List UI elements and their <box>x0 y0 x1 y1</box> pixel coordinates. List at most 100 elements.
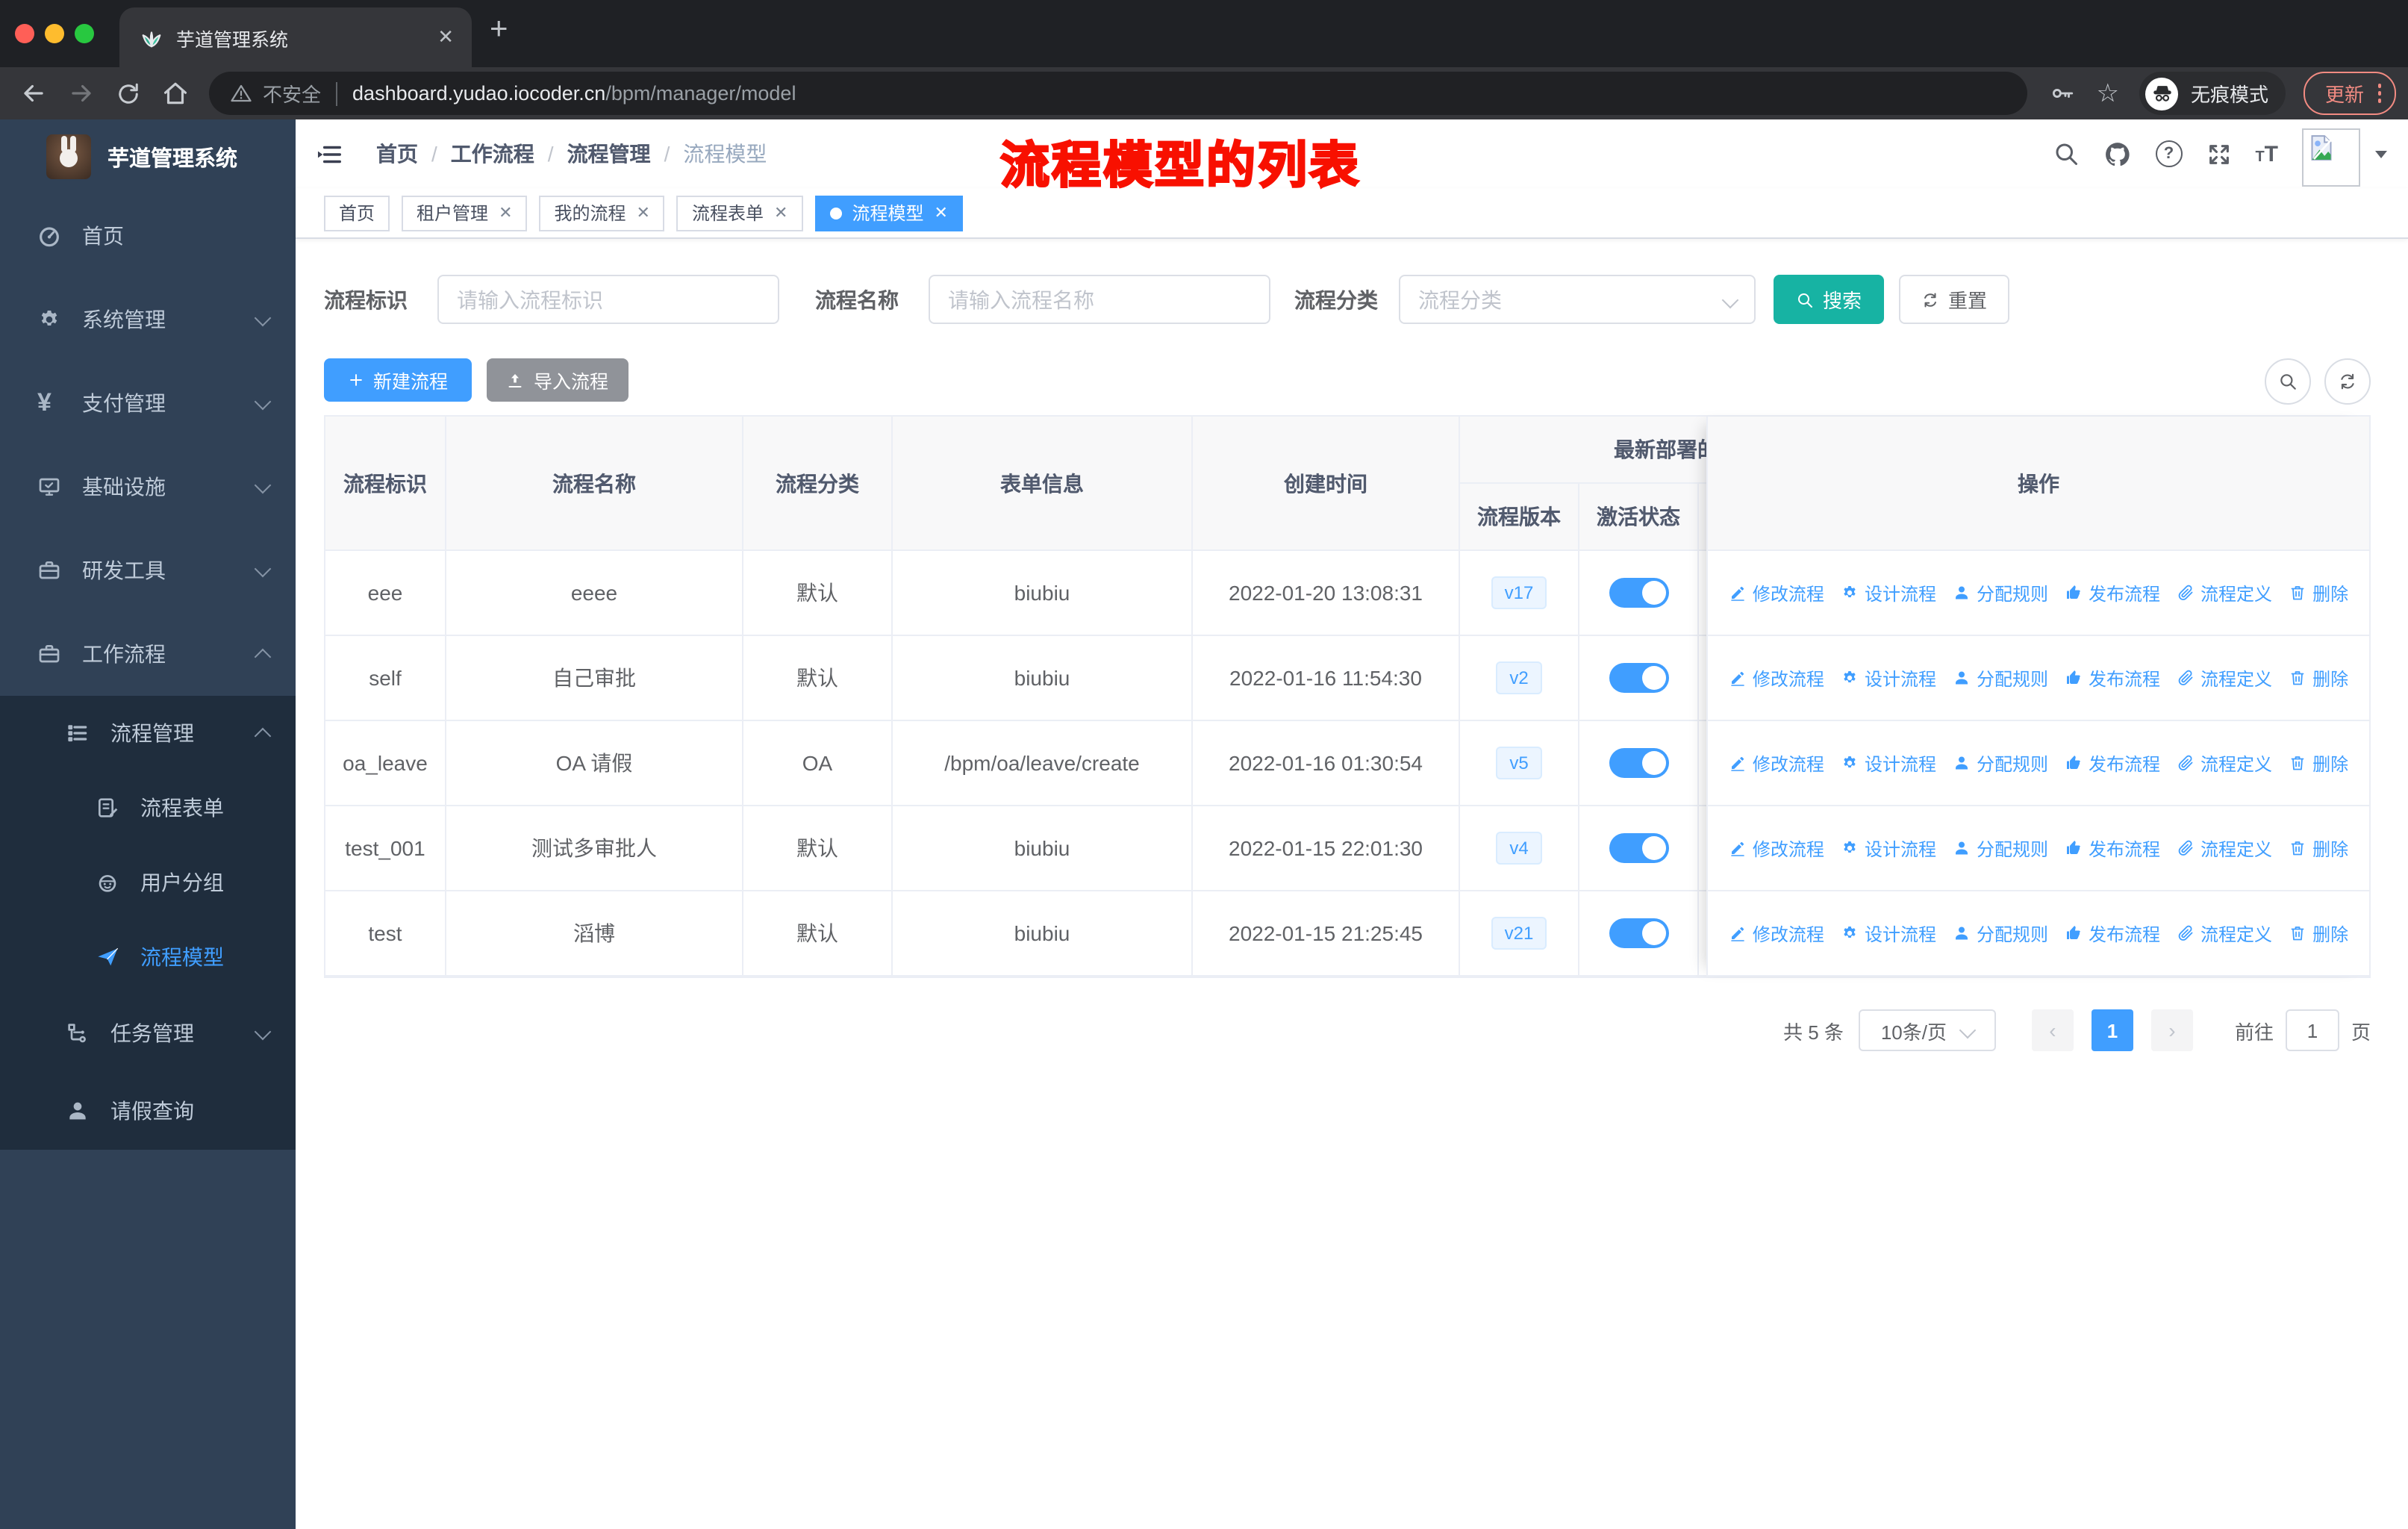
delete-link[interactable]: 删除 <box>2289 665 2348 691</box>
import-process-button[interactable]: 导入流程 <box>487 358 628 402</box>
design-process-link[interactable]: 设计流程 <box>1841 835 1936 861</box>
edit-process-link[interactable]: 修改流程 <box>1729 750 1824 776</box>
active-toggle[interactable] <box>1609 663 1668 693</box>
process-definition-link[interactable]: 流程定义 <box>2177 580 2272 605</box>
cell-name-link[interactable]: OA 请假 <box>446 721 743 806</box>
tag-process-model[interactable]: 流程模型 ✕ <box>814 195 963 231</box>
sidebar-item-user-group[interactable]: 用户分组 <box>0 845 296 920</box>
avatar-caret-icon[interactable] <box>2375 150 2387 158</box>
cell-form-link[interactable]: biubiu <box>893 636 1193 721</box>
edit-process-link[interactable]: 修改流程 <box>1729 921 1824 946</box>
page-number-1[interactable]: 1 <box>2091 1009 2133 1051</box>
browser-menu-icon[interactable] <box>2377 84 2381 103</box>
tab-close-icon[interactable]: ✕ <box>437 25 454 49</box>
publish-process-link[interactable]: 发布流程 <box>2065 835 2160 861</box>
delete-link[interactable]: 删除 <box>2289 835 2348 861</box>
design-process-link[interactable]: 设计流程 <box>1841 580 1936 605</box>
sidebar-item-process-form[interactable]: 流程表单 <box>0 770 296 845</box>
traffic-light-minimize[interactable] <box>45 24 64 43</box>
collapse-sidebar-icon[interactable] <box>315 140 343 168</box>
cell-name-link[interactable]: eeee <box>446 551 743 636</box>
tag-process-form[interactable]: 流程表单 ✕ <box>676 195 803 231</box>
delete-link[interactable]: 删除 <box>2289 580 2348 605</box>
app-logo-row[interactable]: 芋道管理系统 <box>0 119 296 194</box>
help-icon[interactable]: ? <box>2155 140 2183 167</box>
new-tab-button[interactable]: + <box>490 12 508 48</box>
process-definition-link[interactable]: 流程定义 <box>2177 665 2272 691</box>
edit-process-link[interactable]: 修改流程 <box>1729 835 1824 861</box>
avatar[interactable] <box>2302 128 2360 186</box>
delete-link[interactable]: 删除 <box>2289 750 2348 776</box>
breadcrumb-home[interactable]: 首页 <box>376 139 418 169</box>
toggle-search-button[interactable] <box>2265 358 2311 405</box>
sidebar-item-infra[interactable]: 基础设施 <box>0 445 296 529</box>
cell-form-link[interactable]: biubiu <box>893 551 1193 636</box>
update-button[interactable]: 更新 <box>2303 72 2396 115</box>
edit-process-link[interactable]: 修改流程 <box>1729 665 1824 691</box>
tag-my-process[interactable]: 我的流程 ✕ <box>539 195 665 231</box>
sidebar-item-devtools[interactable]: 研发工具 <box>0 529 296 612</box>
process-definition-link[interactable]: 流程定义 <box>2177 750 2272 776</box>
search-icon[interactable] <box>2052 140 2079 167</box>
prev-page-button[interactable]: ‹ <box>2031 1009 2074 1051</box>
active-toggle[interactable] <box>1609 918 1668 948</box>
cell-form-link[interactable]: biubiu <box>893 891 1193 977</box>
update-label[interactable]: 更新 <box>2325 79 2364 108</box>
home-icon[interactable] <box>161 79 190 108</box>
active-toggle[interactable] <box>1609 833 1668 863</box>
next-page-button[interactable]: › <box>2150 1009 2193 1051</box>
cell-name-link[interactable]: 滔博 <box>446 891 743 977</box>
github-icon[interactable] <box>2103 140 2131 168</box>
delete-link[interactable]: 删除 <box>2289 921 2348 946</box>
edit-process-link[interactable]: 修改流程 <box>1729 580 1824 605</box>
traffic-light-zoom[interactable] <box>75 24 94 43</box>
cell-name-link[interactable]: 测试多审批人 <box>446 806 743 891</box>
publish-process-link[interactable]: 发布流程 <box>2065 580 2160 605</box>
process-name-input[interactable]: 请输入流程名称 <box>929 275 1270 324</box>
publish-process-link[interactable]: 发布流程 <box>2065 921 2160 946</box>
assign-rule-link[interactable]: 分配规则 <box>1953 665 2048 691</box>
publish-process-link[interactable]: 发布流程 <box>2065 665 2160 691</box>
process-definition-link[interactable]: 流程定义 <box>2177 835 2272 861</box>
sidebar-item-workflow[interactable]: 工作流程 <box>0 612 296 696</box>
assign-rule-link[interactable]: 分配规则 <box>1953 580 2048 605</box>
back-icon[interactable] <box>19 79 48 108</box>
sidebar-item-payment[interactable]: ¥ 支付管理 <box>0 361 296 445</box>
cell-form-link[interactable]: biubiu <box>893 806 1193 891</box>
process-category-select[interactable]: 流程分类 <box>1399 275 1756 324</box>
tag-close-icon[interactable]: ✕ <box>934 203 947 222</box>
sidebar-item-process-manage[interactable]: 流程管理 <box>0 696 296 770</box>
cell-form-link[interactable]: /bpm/oa/leave/create <box>893 721 1193 806</box>
bookmark-star-icon[interactable]: ☆ <box>2096 78 2119 108</box>
reset-button[interactable]: 重置 <box>1899 275 2009 324</box>
sidebar-item-leave-query[interactable]: 请假查询 <box>0 1072 296 1150</box>
cell-name-link[interactable]: 自己审批 <box>446 636 743 721</box>
refresh-table-button[interactable] <box>2324 358 2371 405</box>
forward-icon[interactable] <box>67 79 96 108</box>
active-toggle[interactable] <box>1609 748 1668 778</box>
goto-page-input[interactable]: 1 <box>2285 1009 2339 1051</box>
assign-rule-link[interactable]: 分配规则 <box>1953 835 2048 861</box>
password-key-icon[interactable] <box>2050 81 2075 106</box>
search-button[interactable]: 搜索 <box>1774 275 1884 324</box>
process-key-input[interactable]: 请输入流程标识 <box>437 275 779 324</box>
security-label[interactable]: 不安全 <box>263 79 321 108</box>
url-bar[interactable]: 不安全 dashboard.yudao.iocoder.cn/bpm/manag… <box>209 72 2027 115</box>
active-toggle[interactable] <box>1609 578 1668 608</box>
create-process-button[interactable]: 新建流程 <box>324 358 472 402</box>
design-process-link[interactable]: 设计流程 <box>1841 750 1936 776</box>
assign-rule-link[interactable]: 分配规则 <box>1953 921 2048 946</box>
sidebar-item-process-model[interactable]: 流程模型 <box>0 920 296 994</box>
assign-rule-link[interactable]: 分配规则 <box>1953 750 2048 776</box>
sidebar-item-home[interactable]: 首页 <box>0 194 296 278</box>
traffic-light-close[interactable] <box>15 24 34 43</box>
font-size-icon[interactable]: TT <box>2255 141 2278 166</box>
design-process-link[interactable]: 设计流程 <box>1841 921 1936 946</box>
tag-tenant[interactable]: 租户管理 ✕ <box>402 195 528 231</box>
page-size-select[interactable]: 10条/页 <box>1858 1009 1996 1051</box>
design-process-link[interactable]: 设计流程 <box>1841 665 1936 691</box>
tag-home[interactable]: 首页 <box>324 195 390 231</box>
reload-icon[interactable] <box>115 80 142 107</box>
tag-close-icon[interactable]: ✕ <box>637 203 650 222</box>
process-definition-link[interactable]: 流程定义 <box>2177 921 2272 946</box>
